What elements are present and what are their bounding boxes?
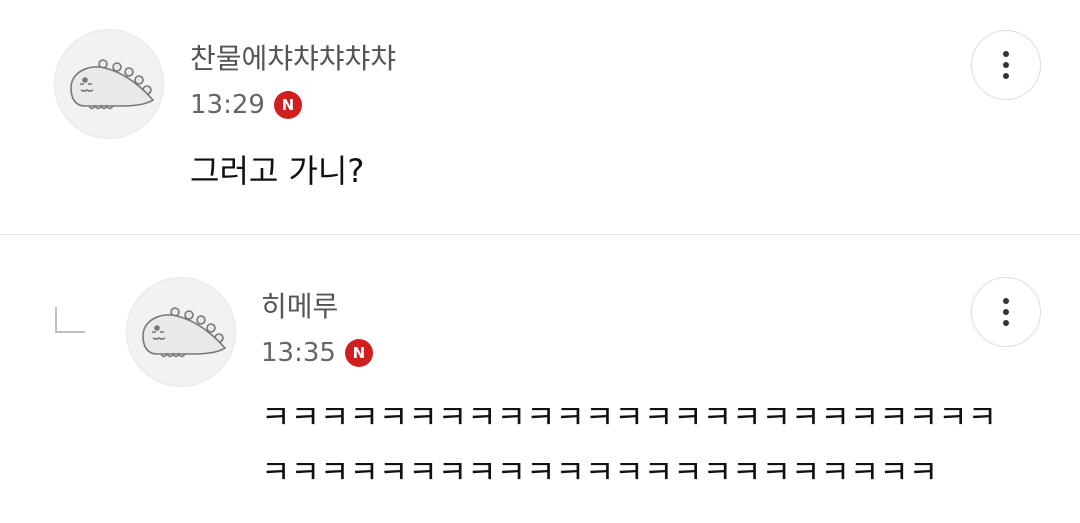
avatar[interactable] [126, 277, 236, 387]
more-dot-icon [1003, 309, 1009, 315]
reply-comment-item: 히메루 13:35 N ㅋㅋㅋㅋㅋㅋㅋㅋㅋㅋㅋㅋㅋㅋㅋㅋㅋㅋㅋㅋㅋㅋㅋㅋㅋ ㅋㅋ… [0, 235, 1080, 523]
dinosaur-avatar-icon [142, 307, 227, 358]
more-dot-icon [1003, 73, 1009, 79]
reply-indicator-icon [55, 307, 85, 333]
comment-author[interactable]: 히메루 [261, 293, 338, 321]
more-options-button[interactable] [971, 277, 1041, 347]
avatar[interactable] [54, 29, 164, 139]
comment-item: 찬물에챠챠챠챠챠 13:29 N 그러고 가니? [0, 0, 1080, 234]
more-dot-icon [1003, 62, 1009, 68]
comment-meta: 13:29 N [190, 90, 302, 120]
comment-meta: 13:35 N [261, 338, 373, 368]
new-badge-icon: N [344, 339, 373, 367]
comment-time: 13:29 [190, 90, 265, 120]
new-badge-icon: N [273, 91, 302, 119]
more-dot-icon [1003, 51, 1009, 57]
more-dot-icon [1003, 298, 1009, 304]
comment-text-line: ㅋㅋㅋㅋㅋㅋㅋㅋㅋㅋㅋㅋㅋㅋㅋㅋㅋㅋㅋㅋㅋㅋㅋ [261, 453, 939, 491]
more-dot-icon [1003, 320, 1009, 326]
comment-text: 그러고 가니? [190, 152, 365, 190]
comment-author[interactable]: 찬물에챠챠챠챠챠 [190, 45, 396, 73]
comment-text-line: ㅋㅋㅋㅋㅋㅋㅋㅋㅋㅋㅋㅋㅋㅋㅋㅋㅋㅋㅋㅋㅋㅋㅋㅋㅋ [261, 398, 998, 436]
more-options-button[interactable] [971, 30, 1041, 100]
dinosaur-avatar-icon [70, 59, 155, 110]
comment-time: 13:35 [261, 338, 336, 368]
